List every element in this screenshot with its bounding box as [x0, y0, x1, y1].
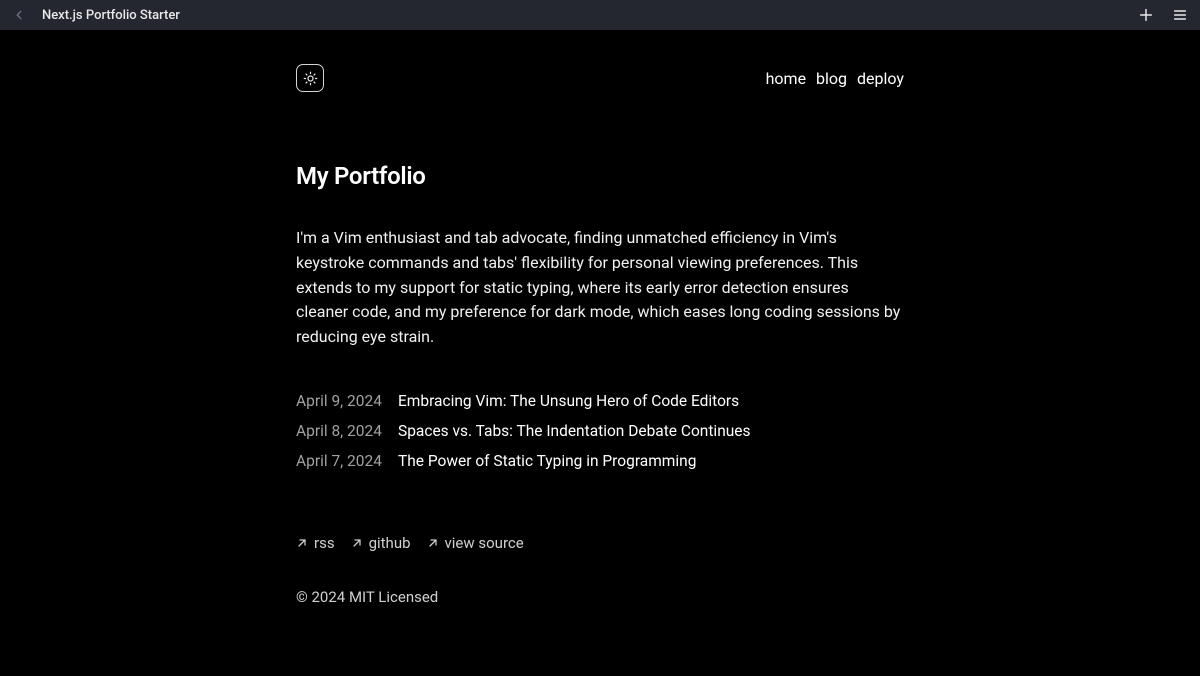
post-date: April 9, 2024	[296, 392, 386, 410]
plus-icon	[1138, 7, 1154, 23]
post-row[interactable]: April 7, 2024 The Power of Static Typing…	[296, 446, 904, 476]
arrow-up-right-icon	[351, 537, 363, 549]
footer-link-label: view source	[445, 534, 524, 552]
arrow-up-right-icon	[427, 537, 439, 549]
license-text: © 2024 MIT Licensed	[296, 588, 904, 606]
content: home blog deploy My Portfolio I'm a Vim …	[280, 30, 920, 606]
post-row[interactable]: April 8, 2024 Spaces vs. Tabs: The Inden…	[296, 416, 904, 446]
post-date: April 8, 2024	[296, 422, 386, 440]
app-title: Next.js Portfolio Starter	[42, 8, 180, 23]
menu-button[interactable]	[1172, 7, 1188, 23]
sun-icon	[303, 71, 318, 86]
site-nav: home blog deploy	[296, 30, 904, 126]
post-title: Spaces vs. Tabs: The Indentation Debate …	[398, 422, 751, 440]
footer-link-label: rss	[314, 534, 335, 552]
add-button[interactable]	[1138, 7, 1154, 23]
post-title: The Power of Static Typing in Programmin…	[398, 452, 696, 470]
intro-paragraph: I'm a Vim enthusiast and tab advocate, f…	[296, 226, 904, 350]
page-title: My Portfolio	[296, 162, 904, 190]
chevron-left-icon	[12, 8, 26, 22]
footer-link-rss[interactable]: rss	[296, 534, 335, 552]
topbar-left: Next.js Portfolio Starter	[12, 8, 180, 23]
app-topbar: Next.js Portfolio Starter	[0, 0, 1200, 30]
nav-link-home[interactable]: home	[766, 69, 806, 88]
nav-link-blog[interactable]: blog	[816, 69, 847, 88]
post-list: April 9, 2024 Embracing Vim: The Unsung …	[296, 386, 904, 476]
back-button[interactable]	[12, 8, 26, 22]
post-row[interactable]: April 9, 2024 Embracing Vim: The Unsung …	[296, 386, 904, 416]
nav-links: home blog deploy	[766, 69, 904, 88]
footer-link-github[interactable]: github	[351, 534, 411, 552]
hamburger-icon	[1172, 7, 1188, 23]
footer-link-view-source[interactable]: view source	[427, 534, 524, 552]
topbar-right	[1138, 7, 1188, 23]
post-title: Embracing Vim: The Unsung Hero of Code E…	[398, 392, 739, 410]
footer-link-label: github	[369, 534, 411, 552]
arrow-up-right-icon	[296, 537, 308, 549]
theme-toggle-button[interactable]	[296, 64, 324, 92]
footer-links: rss github view source	[296, 534, 904, 552]
nav-link-deploy[interactable]: deploy	[857, 69, 904, 88]
post-date: April 7, 2024	[296, 452, 386, 470]
